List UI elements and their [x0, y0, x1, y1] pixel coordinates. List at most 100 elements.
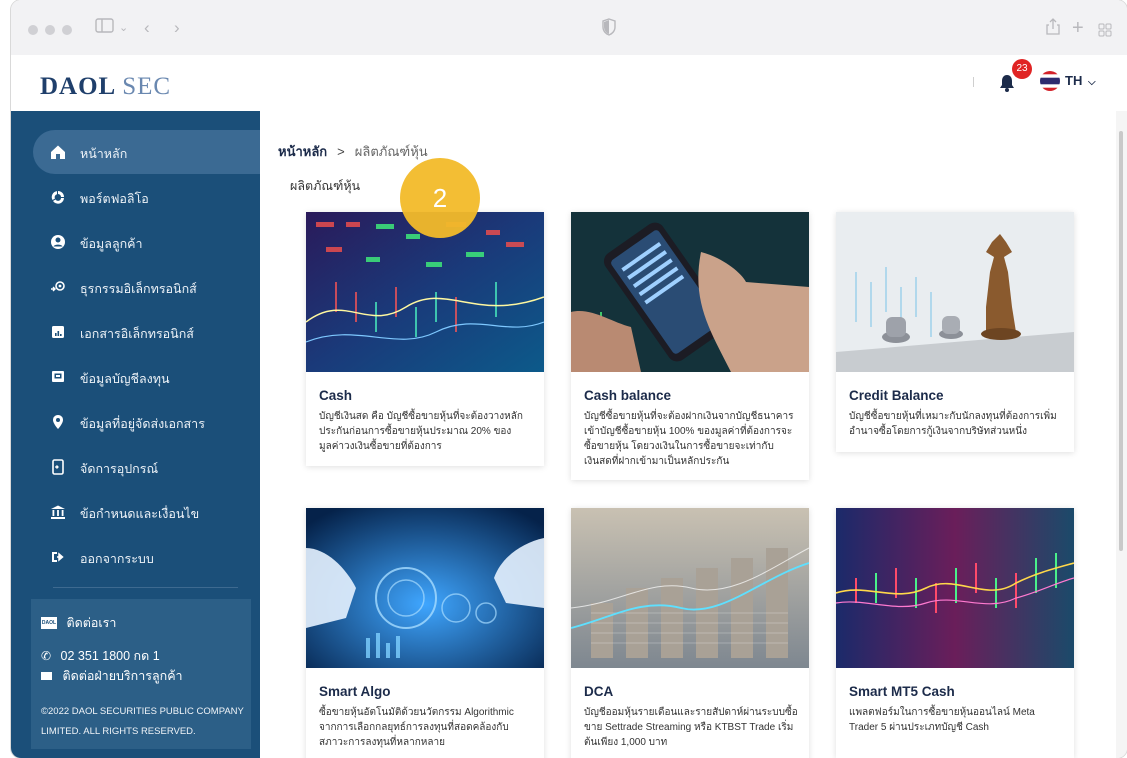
breadcrumb-separator: >	[337, 144, 345, 159]
sidebar-item-label: ข้อมูลลูกค้า	[80, 237, 143, 251]
notification-badge: 23	[1012, 59, 1032, 79]
sidebar-toggle-icon[interactable]	[95, 17, 115, 42]
bank-icon	[50, 504, 66, 520]
copyright-line-1: ©2022 DAOL SECURITIES PUBLIC COMPANY	[41, 706, 244, 717]
logout-icon	[50, 549, 66, 565]
chevron-down-icon[interactable]: ⌄	[119, 16, 128, 40]
phone-icon: ✆	[41, 649, 52, 663]
card-image-robot-hands	[306, 508, 544, 668]
copyright-text: ©2022 DAOL SECURITIES PUBLIC COMPANY LIM…	[41, 702, 244, 742]
sidebar-divider	[53, 587, 238, 588]
sidebar-item-label: พอร์ตฟอลิโอ	[80, 192, 149, 206]
sidebar-item-e-transaction[interactable]: ธุรกรรมอิเล็กทรอนิกส์	[33, 265, 260, 309]
scrollbar-thumb[interactable]	[1119, 131, 1123, 551]
card-image-chess	[836, 212, 1074, 372]
card-description: บัญชีซื้อขายหุ้นที่เหมาะกับนักลงทุนที่ต้…	[849, 411, 1057, 437]
product-card-cash[interactable]: Cash บัญชีเงินสด คือ บัญชีซื้อขายหุ้นที่…	[306, 212, 544, 466]
bell-icon[interactable]	[999, 74, 1015, 97]
sidebar-item-customer-info[interactable]: ข้อมูลลูกค้า	[33, 220, 260, 264]
card-description: บัญชีเงินสด คือ บัญชีซื้อขายหุ้นที่จะต้อ…	[319, 411, 523, 452]
card-image-coin-stacks	[571, 508, 809, 668]
step-number-badge: 2	[400, 158, 480, 238]
chevron-right-icon[interactable]: ›	[174, 16, 180, 40]
minimize-window-dot[interactable]	[45, 25, 55, 35]
shield-icon	[602, 18, 616, 43]
grid-icon[interactable]	[1098, 20, 1112, 44]
card-image-phone-trading	[571, 212, 809, 372]
logo-text-daol: DAOL	[40, 73, 117, 100]
sidebar-item-e-document[interactable]: เอกสารอิเล็กทรอนิกส์	[33, 310, 260, 354]
contact-title: ติดต่อเรา	[66, 616, 117, 630]
browser-toolbar: ⌄ ‹ › +	[11, 0, 1127, 56]
sidebar-item-device-management[interactable]: จัดการอุปกรณ์	[33, 445, 260, 489]
sidebar-item-label: ข้อมูลที่อยู่จัดส่งเอกสาร	[80, 417, 205, 431]
product-card-smart-mt5-cash[interactable]: Smart MT5 Cash แพลตฟอร์มในการซื้อขายหุ้น…	[836, 508, 1074, 758]
logo-text-sec: SEC	[122, 73, 172, 100]
copyright-line-2: LIMITED. ALL RIGHTS RESERVED.	[41, 726, 196, 737]
sidebar-item-terms[interactable]: ข้อกำหนดและเงื่อนไข	[33, 490, 260, 534]
sidebar-item-label: ธุรกรรมอิเล็กทรอนิกส์	[80, 282, 197, 296]
language-label: TH	[1065, 73, 1083, 88]
product-card-cash-balance[interactable]: Cash balance บัญชีซื้อขายหุ้นที่จะต้องฝา…	[571, 212, 809, 480]
share-icon[interactable]	[1045, 18, 1061, 43]
sidebar-item-label: หน้าหลัก	[80, 147, 128, 161]
home-icon	[50, 144, 66, 160]
sidebar-item-label: เอกสารอิเล็กทรอนิกส์	[80, 327, 194, 341]
sidebar-item-label: จัดการอุปกรณ์	[80, 462, 159, 476]
product-card-smart-algo[interactable]: Smart Algo ซื้อขายหุ้นอัตโนมัติด้วยนวัตก…	[306, 508, 544, 758]
chevron-down-icon: ⌵	[1087, 77, 1096, 88]
page-title: ผลิตภัณฑ์หุ้น	[290, 179, 361, 193]
main-content: หน้าหลัก > ผลิตภัณฑ์หุ้น ผลิตภัณฑ์หุ้น C…	[260, 111, 1116, 758]
contact-panel: DAOL ติดต่อเรา ✆ 02 351 1800 กด 1 ติดต่อ…	[31, 599, 251, 749]
chevron-left-icon[interactable]: ‹	[144, 16, 150, 40]
daol-logo[interactable]: DAOL SEC	[40, 73, 171, 101]
card-title: DCA	[584, 684, 614, 699]
sidebar-item-mailing-address[interactable]: ข้อมูลที่อยู่จัดส่งเอกสาร	[33, 400, 260, 444]
card-description: บัญชีออมหุ้นรายเดือนและรายสัปดาห์ผ่านระบ…	[584, 707, 798, 748]
breadcrumb-current: ผลิตภัณฑ์หุ้น	[354, 144, 428, 159]
plus-icon[interactable]: +	[1072, 16, 1084, 40]
card-image-stock-board	[306, 212, 544, 372]
breadcrumb: หน้าหลัก > ผลิตภัณฑ์หุ้น	[278, 141, 428, 162]
location-icon	[50, 414, 66, 430]
card-title: Credit Balance	[849, 388, 944, 403]
card-description: บัญชีซื้อขายหุ้นที่จะต้องฝากเงินจากบัญชี…	[584, 411, 794, 467]
contact-phone-row[interactable]: ✆ 02 351 1800 กด 1	[41, 646, 160, 666]
contact-email-row[interactable]: ติดต่อฝ่ายบริการลูกค้า	[41, 666, 183, 686]
product-card-dca[interactable]: DCA บัญชีออมหุ้นรายเดือนและรายสัปดาห์ผ่า…	[571, 508, 809, 758]
sidebar-item-label: ข้อมูลบัญชีลงทุน	[80, 372, 170, 386]
card-title: Smart Algo	[319, 684, 391, 699]
card-description: แพลตฟอร์มในการซื้อขายหุ้นออนไลน์ Meta Tr…	[849, 707, 1035, 733]
zoom-window-dot[interactable]	[62, 25, 72, 35]
header-divider	[973, 77, 974, 87]
main-scrollbar[interactable]	[1116, 111, 1127, 758]
contact-phone: 02 351 1800 กด 1	[60, 649, 160, 663]
product-card-credit-balance[interactable]: Credit Balance บัญชีซื้อขายหุ้นที่เหมาะก…	[836, 212, 1074, 452]
user-icon	[50, 234, 66, 250]
transaction-icon	[50, 279, 66, 295]
card-title: Smart MT5 Cash	[849, 684, 955, 699]
card-title: Cash	[319, 388, 353, 403]
card-title: Cash balance	[584, 388, 672, 403]
sidebar-item-home[interactable]: หน้าหลัก	[33, 130, 260, 174]
sidebar: หน้าหลัก พอร์ตฟอลิโอ ข้อมูลลูกค้า ธุรกรร…	[11, 111, 260, 758]
close-window-dot[interactable]	[28, 25, 38, 35]
device-icon	[50, 459, 66, 475]
browser-window: ⌄ ‹ › + DAOL SEC 23 TH ⌵ หน้าหลัก พอร์ตฟ…	[11, 0, 1127, 758]
card-description: ซื้อขายหุ้นอัตโนมัติด้วยนวัตกรรม Algorit…	[319, 707, 514, 748]
document-icon	[50, 324, 66, 340]
breadcrumb-home[interactable]: หน้าหลัก	[278, 144, 327, 159]
sidebar-item-portfolio[interactable]: พอร์ตฟอลิโอ	[33, 175, 260, 219]
app-header: DAOL SEC	[11, 55, 1127, 112]
contact-title-row: DAOL ติดต่อเรา	[41, 613, 116, 633]
account-icon	[50, 369, 66, 385]
sidebar-item-logout[interactable]: ออกจากระบบ	[33, 535, 260, 579]
sidebar-item-account-info[interactable]: ข้อมูลบัญชีลงทุน	[33, 355, 260, 399]
card-image-candlestick-chart	[836, 508, 1074, 668]
portfolio-icon	[50, 189, 66, 205]
contact-email-label: ติดต่อฝ่ายบริการลูกค้า	[62, 669, 183, 683]
sidebar-item-label: ข้อกำหนดและเงื่อนไข	[80, 507, 200, 521]
language-selector[interactable]: TH ⌵	[1065, 73, 1096, 88]
thai-flag-icon[interactable]	[1040, 71, 1060, 91]
daol-small-logo-icon: DAOL	[41, 617, 57, 629]
